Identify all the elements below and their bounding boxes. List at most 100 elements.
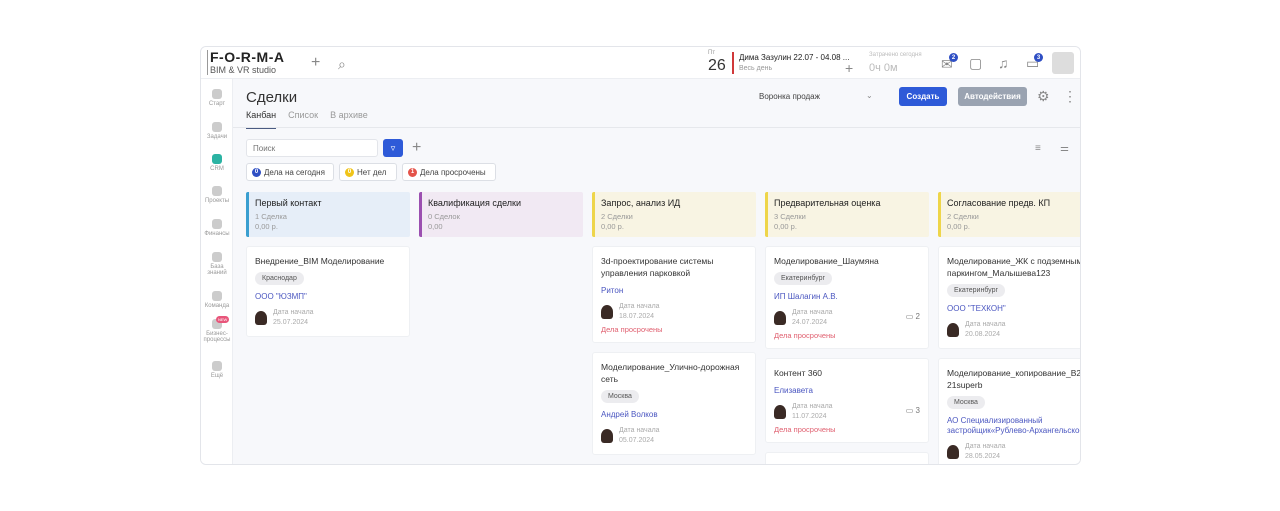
avatar (947, 445, 959, 459)
filter-chip[interactable]: 0 Нет дел (339, 163, 397, 181)
deal-title[interactable]: Моделирование_Улично-дорожная сеть (601, 361, 747, 385)
event-title[interactable]: Дима Зазулин 22.07 - 04.08 ... (739, 53, 849, 62)
sidebar-item-6[interactable]: Команда (201, 291, 233, 309)
deal-card[interactable]: Внедрение_BIM Моделирование Краснодар ООО … (246, 246, 410, 337)
avatar (774, 311, 786, 325)
chat-badge: 3 (1034, 53, 1043, 62)
event-marker (732, 52, 734, 74)
client-link[interactable]: Елизавета (774, 386, 920, 396)
column-sum: 0,00 р. (774, 222, 797, 231)
sidebar-item-2[interactable]: CRM (201, 154, 233, 172)
column-title: Согласование предв. КП (947, 198, 1051, 208)
sidebar-item-label: Бизнес-процессы (203, 331, 231, 343)
column-count: 0 Сделок (428, 212, 460, 221)
client-link[interactable]: Андрей Волков (601, 410, 747, 420)
comments-number: 3 (915, 406, 920, 415)
create-button[interactable]: Создать (899, 87, 947, 106)
date-row: Дата начала 05.07.2024 (601, 426, 747, 446)
sidebar-item-5[interactable]: База знаний (201, 252, 233, 276)
start-date: 05.07.2024 (619, 437, 655, 444)
top-bar: F-O-R-M-A BIM & VR studio + ⌕ Пт 26 Дима … (201, 47, 1080, 79)
more-icon[interactable]: ⋮ (1063, 89, 1077, 103)
bell-icon[interactable]: ♫ (998, 56, 1009, 70)
settings-sliders-icon[interactable]: ⚌ (1060, 142, 1069, 156)
avatar (601, 429, 613, 443)
sort-icon[interactable]: ≡ (1035, 142, 1041, 156)
comments-count[interactable]: ▭ 3 (906, 406, 920, 415)
page-title: Сделки (246, 89, 298, 106)
add-filter-icon[interactable]: + (412, 140, 421, 156)
search-icon[interactable]: ⌕ (338, 57, 346, 71)
client-link[interactable]: Ритон (601, 286, 747, 296)
sidebar-item-3[interactable]: Проекты (201, 186, 233, 204)
filter-count: 0 (345, 167, 354, 177)
column-title: Предварительная оценка (774, 198, 881, 208)
column-header[interactable]: Первый контакт 1 Сделка 0,00 р. (246, 192, 410, 237)
mail-badge: 2 (949, 53, 958, 62)
deal-card[interactable]: Моделирование_ЖК с подземным паркингом_М… (938, 246, 1080, 349)
deal-title[interactable]: 3d-проектирование системы управления пар… (601, 255, 747, 279)
deal-title[interactable]: Контент 360 (774, 367, 920, 379)
sidebar-item-1[interactable]: Задачи (201, 122, 233, 140)
autoactions-button[interactable]: Автодействия (958, 87, 1027, 106)
sidebar-icon (212, 219, 222, 229)
column-title: Квалификация сделки (428, 198, 522, 208)
client-link[interactable]: ИП Шалагин А.В. (774, 292, 920, 302)
client-link[interactable]: ООО "ЮЗМП" (255, 292, 401, 302)
column-header[interactable]: Предварительная оценка 3 Сделки 0,00 р. (765, 192, 929, 237)
filter-button[interactable]: ▿ (383, 139, 403, 157)
deal-title[interactable]: Моделирование_копирование_В20-21superb (947, 367, 1080, 391)
sidebar-item-4[interactable]: Финансы (201, 219, 233, 237)
chevron-down-icon[interactable]: ⌄ (866, 91, 873, 100)
filter-chip[interactable]: 1 Дела просрочены (402, 163, 496, 181)
city-tag: Екатеринбург (774, 272, 833, 285)
avatar[interactable] (1052, 52, 1074, 74)
deal-card[interactable]: Контент 360 Елизавета Дата начала 11.07.202… (765, 358, 929, 443)
logo[interactable]: F-O-R-M-A BIM & VR studio (207, 50, 284, 75)
deal-card[interactable]: Моделирование_копирование_В20-21superb Мо… (938, 358, 1080, 464)
client-link[interactable]: АО Специализированный застройщик«Рублево… (947, 416, 1080, 436)
date-row: Дата начала 24.07.2024 ▭ 2 (774, 308, 920, 328)
search-input[interactable] (246, 139, 378, 157)
column-sum: 0,00 (428, 222, 443, 231)
client-link[interactable]: ООО "ТЕХКОН" (947, 304, 1080, 314)
comments-count[interactable]: ▭ 2 (906, 312, 920, 321)
date-label: Дата начала (619, 427, 660, 434)
start-date: 18.07.2024 (619, 313, 655, 320)
filter-label: Дела на сегодня (264, 167, 325, 177)
column-header[interactable]: Квалификация сделки 0 Сделок 0,00 (419, 192, 583, 237)
deal-title[interactable]: Моделирование_Шаумяна (774, 255, 920, 267)
deal-card[interactable]: Моделирование_Шаумяна Екатеринбург ИП Шала… (765, 246, 929, 349)
overdue-status: Дела просрочены (601, 325, 663, 334)
sidebar-item-label: Финансы (204, 231, 230, 237)
sidebar-item-0[interactable]: Старт (201, 89, 233, 107)
funnel-select[interactable]: Воронка продаж (759, 92, 820, 101)
deal-card[interactable]: Моделирование_Улично-дорожная сеть Москва… (592, 352, 756, 455)
sidebar-item-7[interactable]: Бизнес-процессы NEW (201, 316, 233, 343)
gear-icon[interactable]: ⚙ (1037, 89, 1050, 103)
deal-title[interactable]: Внедрение_BIM Моделирование (255, 255, 401, 267)
start-date: 28.05.2024 (965, 453, 1001, 460)
main: Сделки Канбан Список В архиве Воронка пр… (233, 79, 1080, 464)
sidebar-icon (212, 252, 222, 262)
add-event-icon[interactable]: + (845, 61, 853, 75)
sidebar-item-label: База знаний (207, 264, 227, 276)
deal-title[interactable]: Моделирование_ФОК (774, 461, 920, 464)
deal-card[interactable]: Моделирование_ФОКЕкатеринбург (765, 452, 929, 464)
deal-title[interactable]: Моделирование_ЖК с подземным паркингом_М… (947, 255, 1080, 279)
column-header[interactable]: Согласование предв. КП 2 Сделки 0,00 р. (938, 192, 1080, 237)
spent-value: 0ч 0м (869, 62, 898, 74)
sidebar-item-8[interactable]: Ещё (201, 361, 233, 379)
filter-chip[interactable]: 0 Дела на сегодня (246, 163, 334, 181)
date-label: Дата начала (273, 309, 314, 316)
notes-icon[interactable]: ▢ (969, 56, 982, 70)
city-tag: Москва (601, 390, 639, 403)
plus-icon[interactable]: + (311, 55, 320, 71)
deal-card[interactable]: 3d-проектирование системы управления пар… (592, 246, 756, 343)
date-label: Дата начала (619, 303, 660, 310)
start-date: 24.07.2024 (792, 319, 828, 326)
kanban-column: Предварительная оценка 3 Сделки 0,00 р. Мод… (765, 192, 929, 464)
filter-label: Дела просрочены (420, 167, 486, 177)
date-label: Дата начала (965, 443, 1006, 450)
column-header[interactable]: Запрос, анализ ИД 2 Сделки 0,00 р. (592, 192, 756, 237)
